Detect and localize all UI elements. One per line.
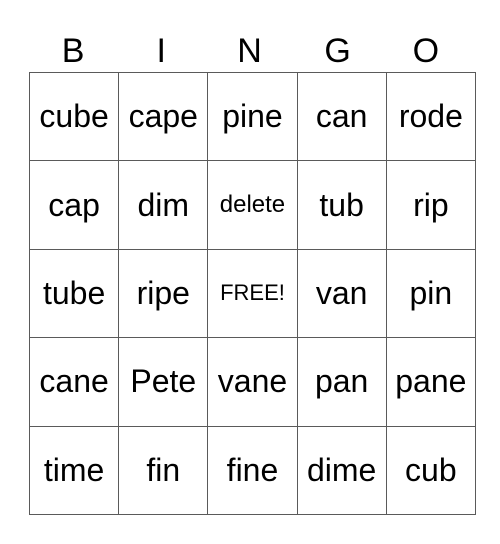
board-cell[interactable]: cube [28,71,120,162]
header-letter-o: O [412,32,440,70]
board-cell[interactable]: Pete [118,337,209,427]
board-cell[interactable]: vane [207,337,298,427]
bingo-board: cube cape pine can rode cap dim delete t… [28,71,476,515]
board-cell[interactable]: fin [118,425,209,515]
free-space-cell[interactable]: FREE! [207,248,298,339]
board-row: tube ripe FREE! van pin [28,248,476,339]
board-cell[interactable]: time [28,425,120,515]
board-cell[interactable]: tube [28,248,120,339]
board-cell[interactable]: dime [296,425,387,515]
board-cell[interactable]: van [296,248,387,339]
board-cell[interactable]: cape [118,71,209,162]
bingo-header: B I N G O [29,30,470,72]
board-cell[interactable]: ripe [118,248,209,339]
board-row: cube cape pine can rode [28,71,476,162]
header-letter-n: N [237,32,262,70]
header-letter-i: I [156,32,166,70]
board-cell[interactable]: rip [385,160,476,250]
board-cell[interactable]: rode [385,71,476,162]
header-letter-g: G [324,32,351,70]
board-cell[interactable]: pan [296,337,387,427]
board-cell[interactable]: pin [385,248,476,339]
board-cell[interactable]: tub [296,160,387,250]
board-cell[interactable]: cub [385,425,476,515]
board-cell[interactable]: can [296,71,387,162]
board-cell[interactable]: pane [385,337,476,427]
board-cell[interactable]: delete [207,160,298,250]
header-letter-b: B [61,32,85,70]
board-cell[interactable]: dim [118,160,209,250]
board-row: time fin fine dime cub [28,425,476,515]
board-row: cap dim delete tub rip [28,160,476,250]
board-cell[interactable]: fine [207,425,298,515]
board-cell[interactable]: cap [28,160,120,250]
board-cell[interactable]: cane [28,337,120,427]
board-cell[interactable]: pine [207,71,298,162]
board-row: cane Pete vane pan pane [28,337,476,427]
